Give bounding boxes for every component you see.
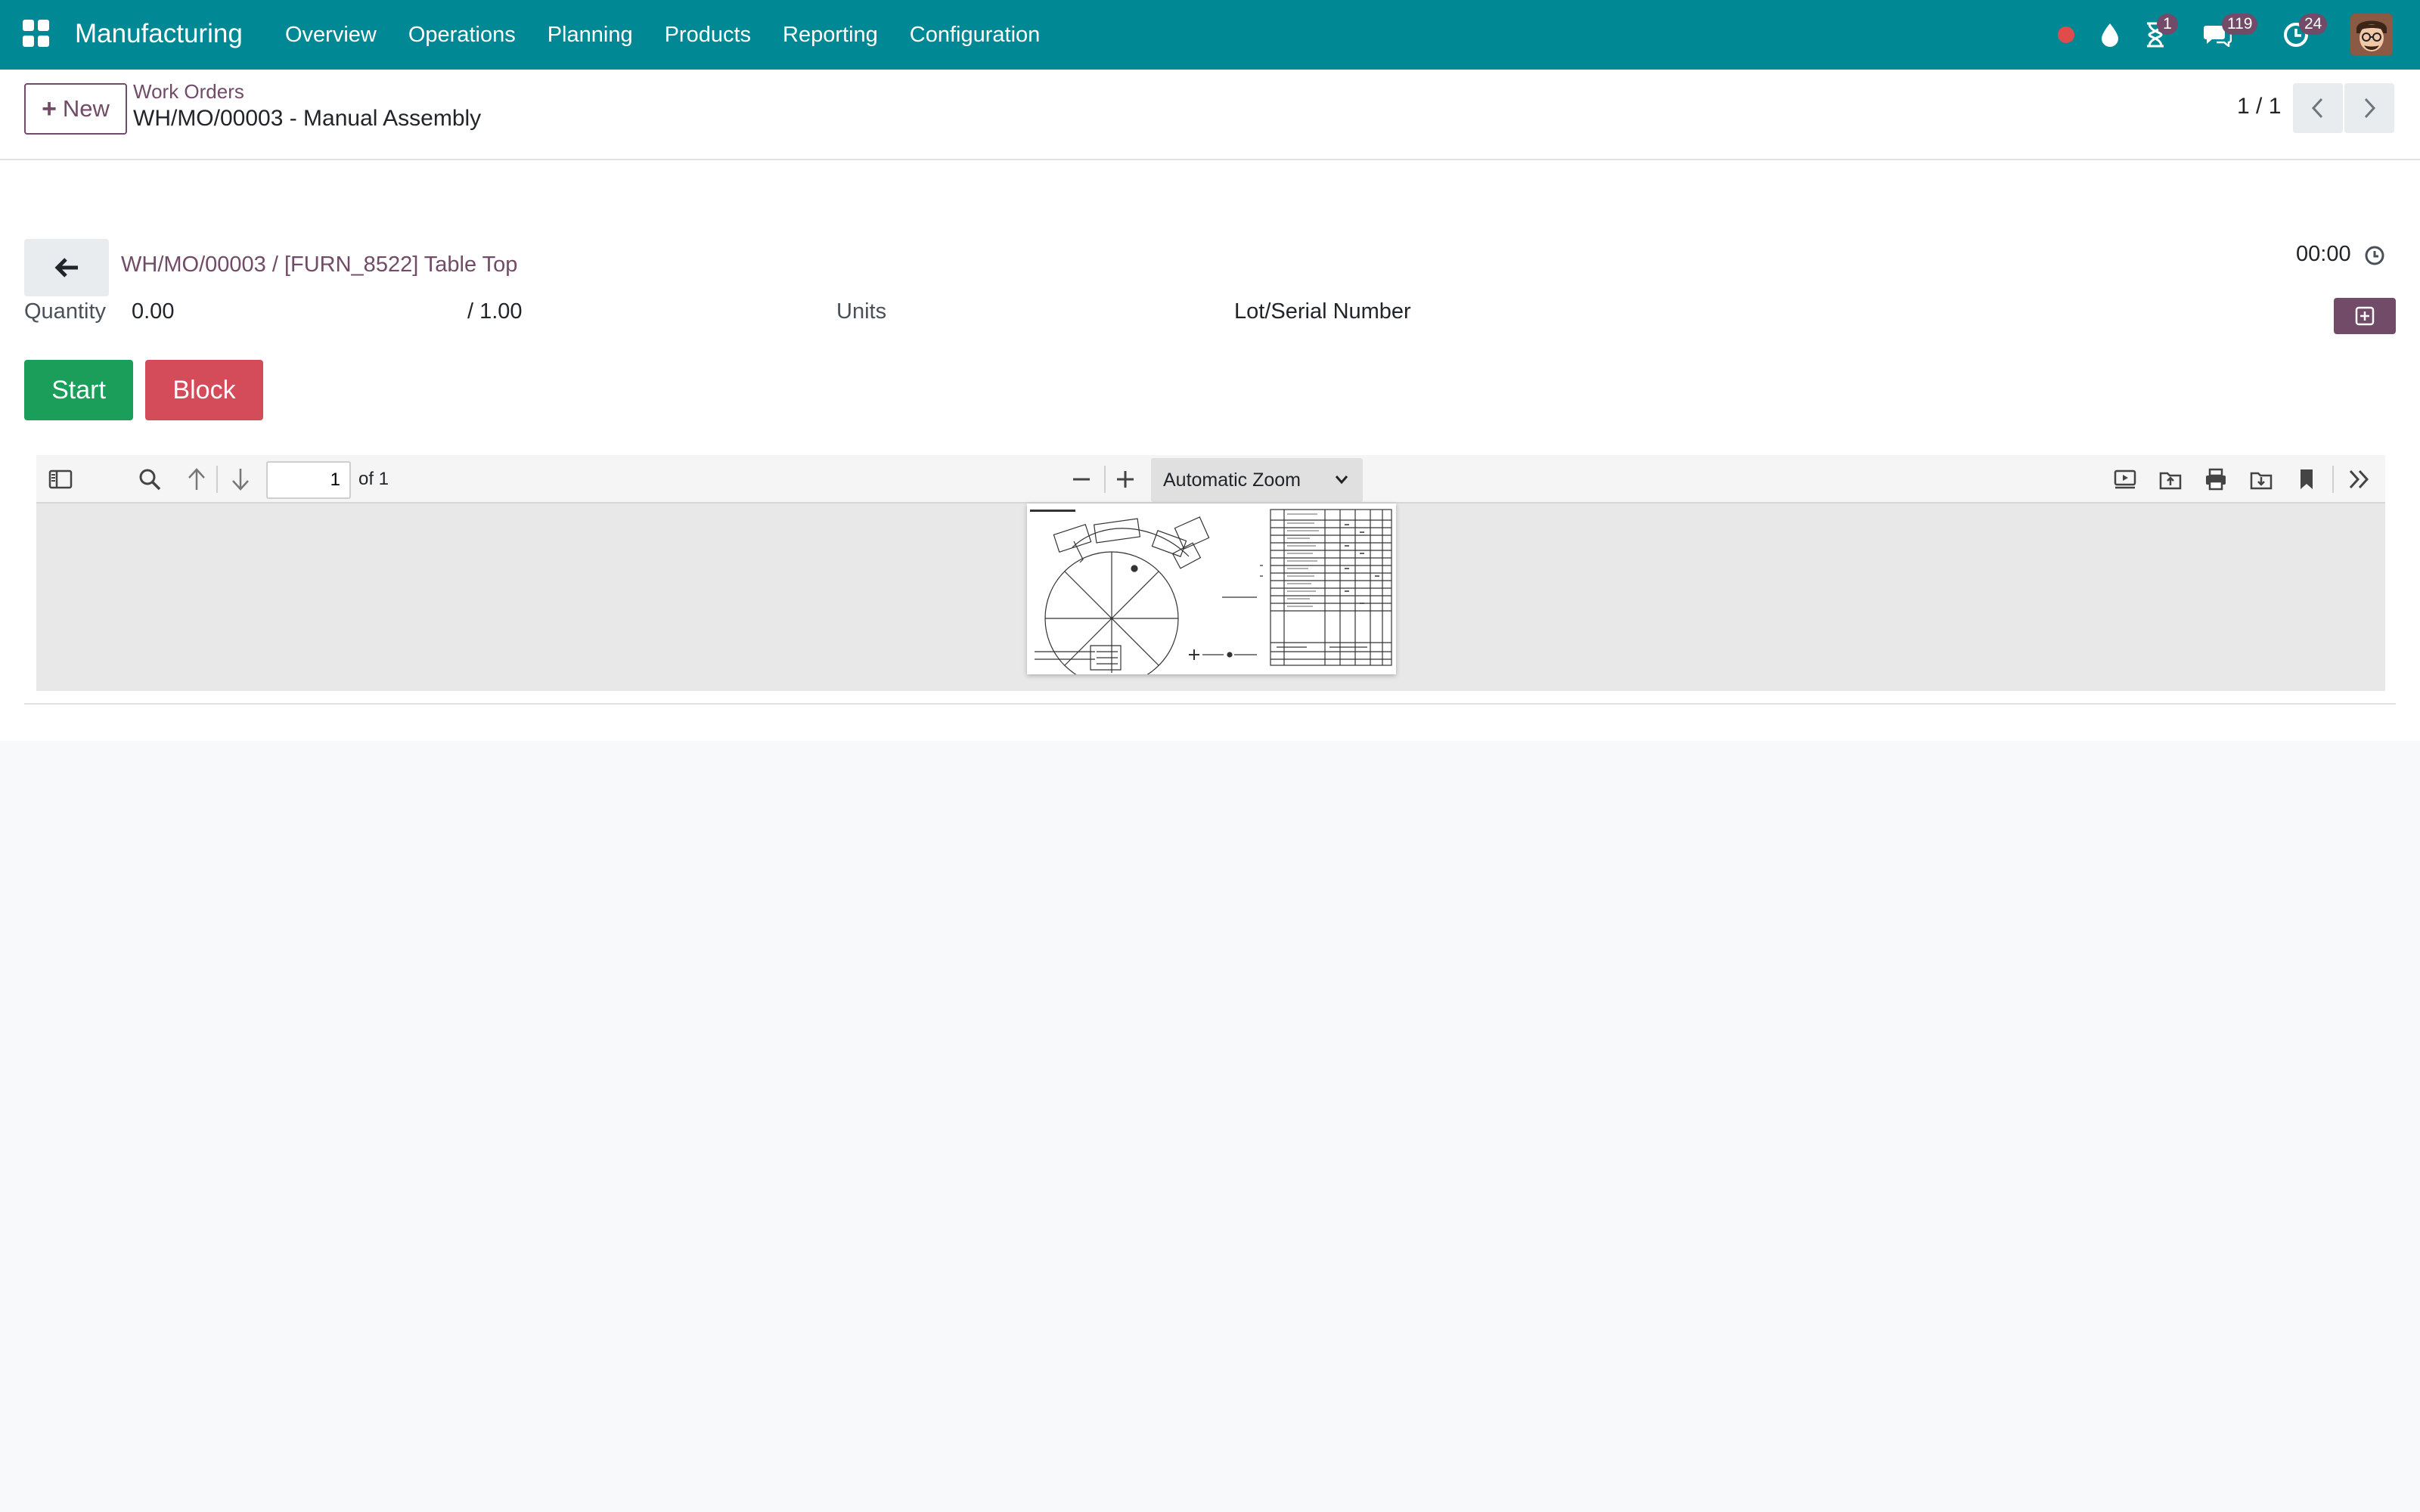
work-order-form: WH/MO/00003 / [FURN_8522] Table Top 00:0… xyxy=(0,160,2420,741)
messages-badge: 119 xyxy=(2222,14,2258,35)
clock-icon[interactable]: 24 xyxy=(2281,14,2328,50)
clock-icon xyxy=(2365,246,2384,265)
zoom-select-value: Automatic Zoom xyxy=(1163,469,1302,491)
page-count: of 1 xyxy=(358,469,389,489)
arrow-left-icon xyxy=(54,258,78,277)
pdf-viewer: of 1 Automatic Zoom xyxy=(36,455,2385,691)
page-number-input[interactable] xyxy=(266,461,351,499)
chevron-left-icon xyxy=(2311,98,2323,119)
print-icon[interactable] xyxy=(2202,466,2229,493)
control-panel: + New Work Orders WH/MO/00003 - Manual A… xyxy=(0,70,2420,160)
breadcrumb-current-record: WH/MO/00003 - Manual Assembly xyxy=(133,106,482,131)
clock-badge: 24 xyxy=(2299,14,2328,35)
user-avatar[interactable] xyxy=(2350,14,2393,56)
chevron-down-icon xyxy=(1335,476,1348,485)
zoom-out-icon[interactable] xyxy=(1068,466,1095,493)
open-file-icon[interactable] xyxy=(2157,466,2184,493)
new-button[interactable]: + New xyxy=(24,83,127,135)
pdf-page-worksheet xyxy=(1027,503,1396,686)
menu-operations[interactable]: Operations xyxy=(408,23,516,48)
previous-page-icon[interactable] xyxy=(183,466,210,493)
work-order-title-link[interactable]: WH/MO/00003 / [FURN_8522] Table Top xyxy=(121,253,517,277)
lot-serial-label: Lot/Serial Number xyxy=(1234,299,1411,324)
messages-chat-icon[interactable]: 119 xyxy=(2202,14,2258,50)
new-button-label: New xyxy=(62,95,110,122)
quantity-label: Quantity xyxy=(24,299,106,324)
form-divider xyxy=(24,703,2396,705)
block-button[interactable]: Block xyxy=(145,360,263,420)
uom-field: Units xyxy=(836,299,887,324)
plus-icon: + xyxy=(42,94,57,123)
menu-reporting[interactable]: Reporting xyxy=(783,23,878,48)
pdf-toolbar: of 1 Automatic Zoom xyxy=(36,455,2385,503)
next-page-icon[interactable] xyxy=(227,466,254,493)
breadcrumb-work-orders[interactable]: Work Orders xyxy=(133,80,244,104)
search-icon[interactable] xyxy=(136,466,163,493)
download-icon[interactable] xyxy=(2248,466,2275,493)
pager-previous-button[interactable] xyxy=(2293,83,2343,133)
zoom-in-icon[interactable] xyxy=(1112,466,1139,493)
recording-dot-icon[interactable] xyxy=(2051,20,2081,50)
menu-products[interactable]: Products xyxy=(665,23,751,48)
worksheet-drawing-image xyxy=(1027,503,1396,686)
menu-overview[interactable]: Overview xyxy=(285,23,377,48)
menu-configuration[interactable]: Configuration xyxy=(910,23,1041,48)
quantity-total: / 1.00 xyxy=(467,299,523,324)
app-brand[interactable]: Manufacturing xyxy=(75,17,243,51)
add-lot-button[interactable] xyxy=(2334,298,2396,334)
top-navbar: Manufacturing Overview Operations Planni… xyxy=(0,0,2420,70)
quantity-input[interactable]: 0.00 xyxy=(132,299,174,324)
activities-hourglass-icon[interactable]: 1 xyxy=(2140,14,2178,50)
start-button[interactable]: Start xyxy=(24,360,133,420)
presentation-mode-icon[interactable] xyxy=(2111,466,2139,493)
bookmark-icon[interactable] xyxy=(2293,466,2320,493)
back-button[interactable] xyxy=(24,239,109,296)
chevron-right-icon xyxy=(2364,98,2376,119)
menu-planning[interactable]: Planning xyxy=(548,23,633,48)
activities-badge: 1 xyxy=(2157,14,2178,35)
pager-value[interactable]: 1 / 1 xyxy=(2237,94,2281,119)
duration-timer: 00:00 xyxy=(2296,242,2351,266)
zoom-select[interactable]: Automatic Zoom xyxy=(1151,458,1363,502)
sidebar-toggle-icon[interactable] xyxy=(47,466,74,493)
main-menu: Overview Operations Planning Products Re… xyxy=(270,0,1056,70)
droplet-icon[interactable] xyxy=(2095,20,2125,50)
pager-next-button[interactable] xyxy=(2344,83,2394,133)
more-tools-icon[interactable] xyxy=(2346,466,2373,493)
plus-square-icon xyxy=(2355,306,2375,326)
app-menu-grid-icon[interactable] xyxy=(23,20,50,47)
